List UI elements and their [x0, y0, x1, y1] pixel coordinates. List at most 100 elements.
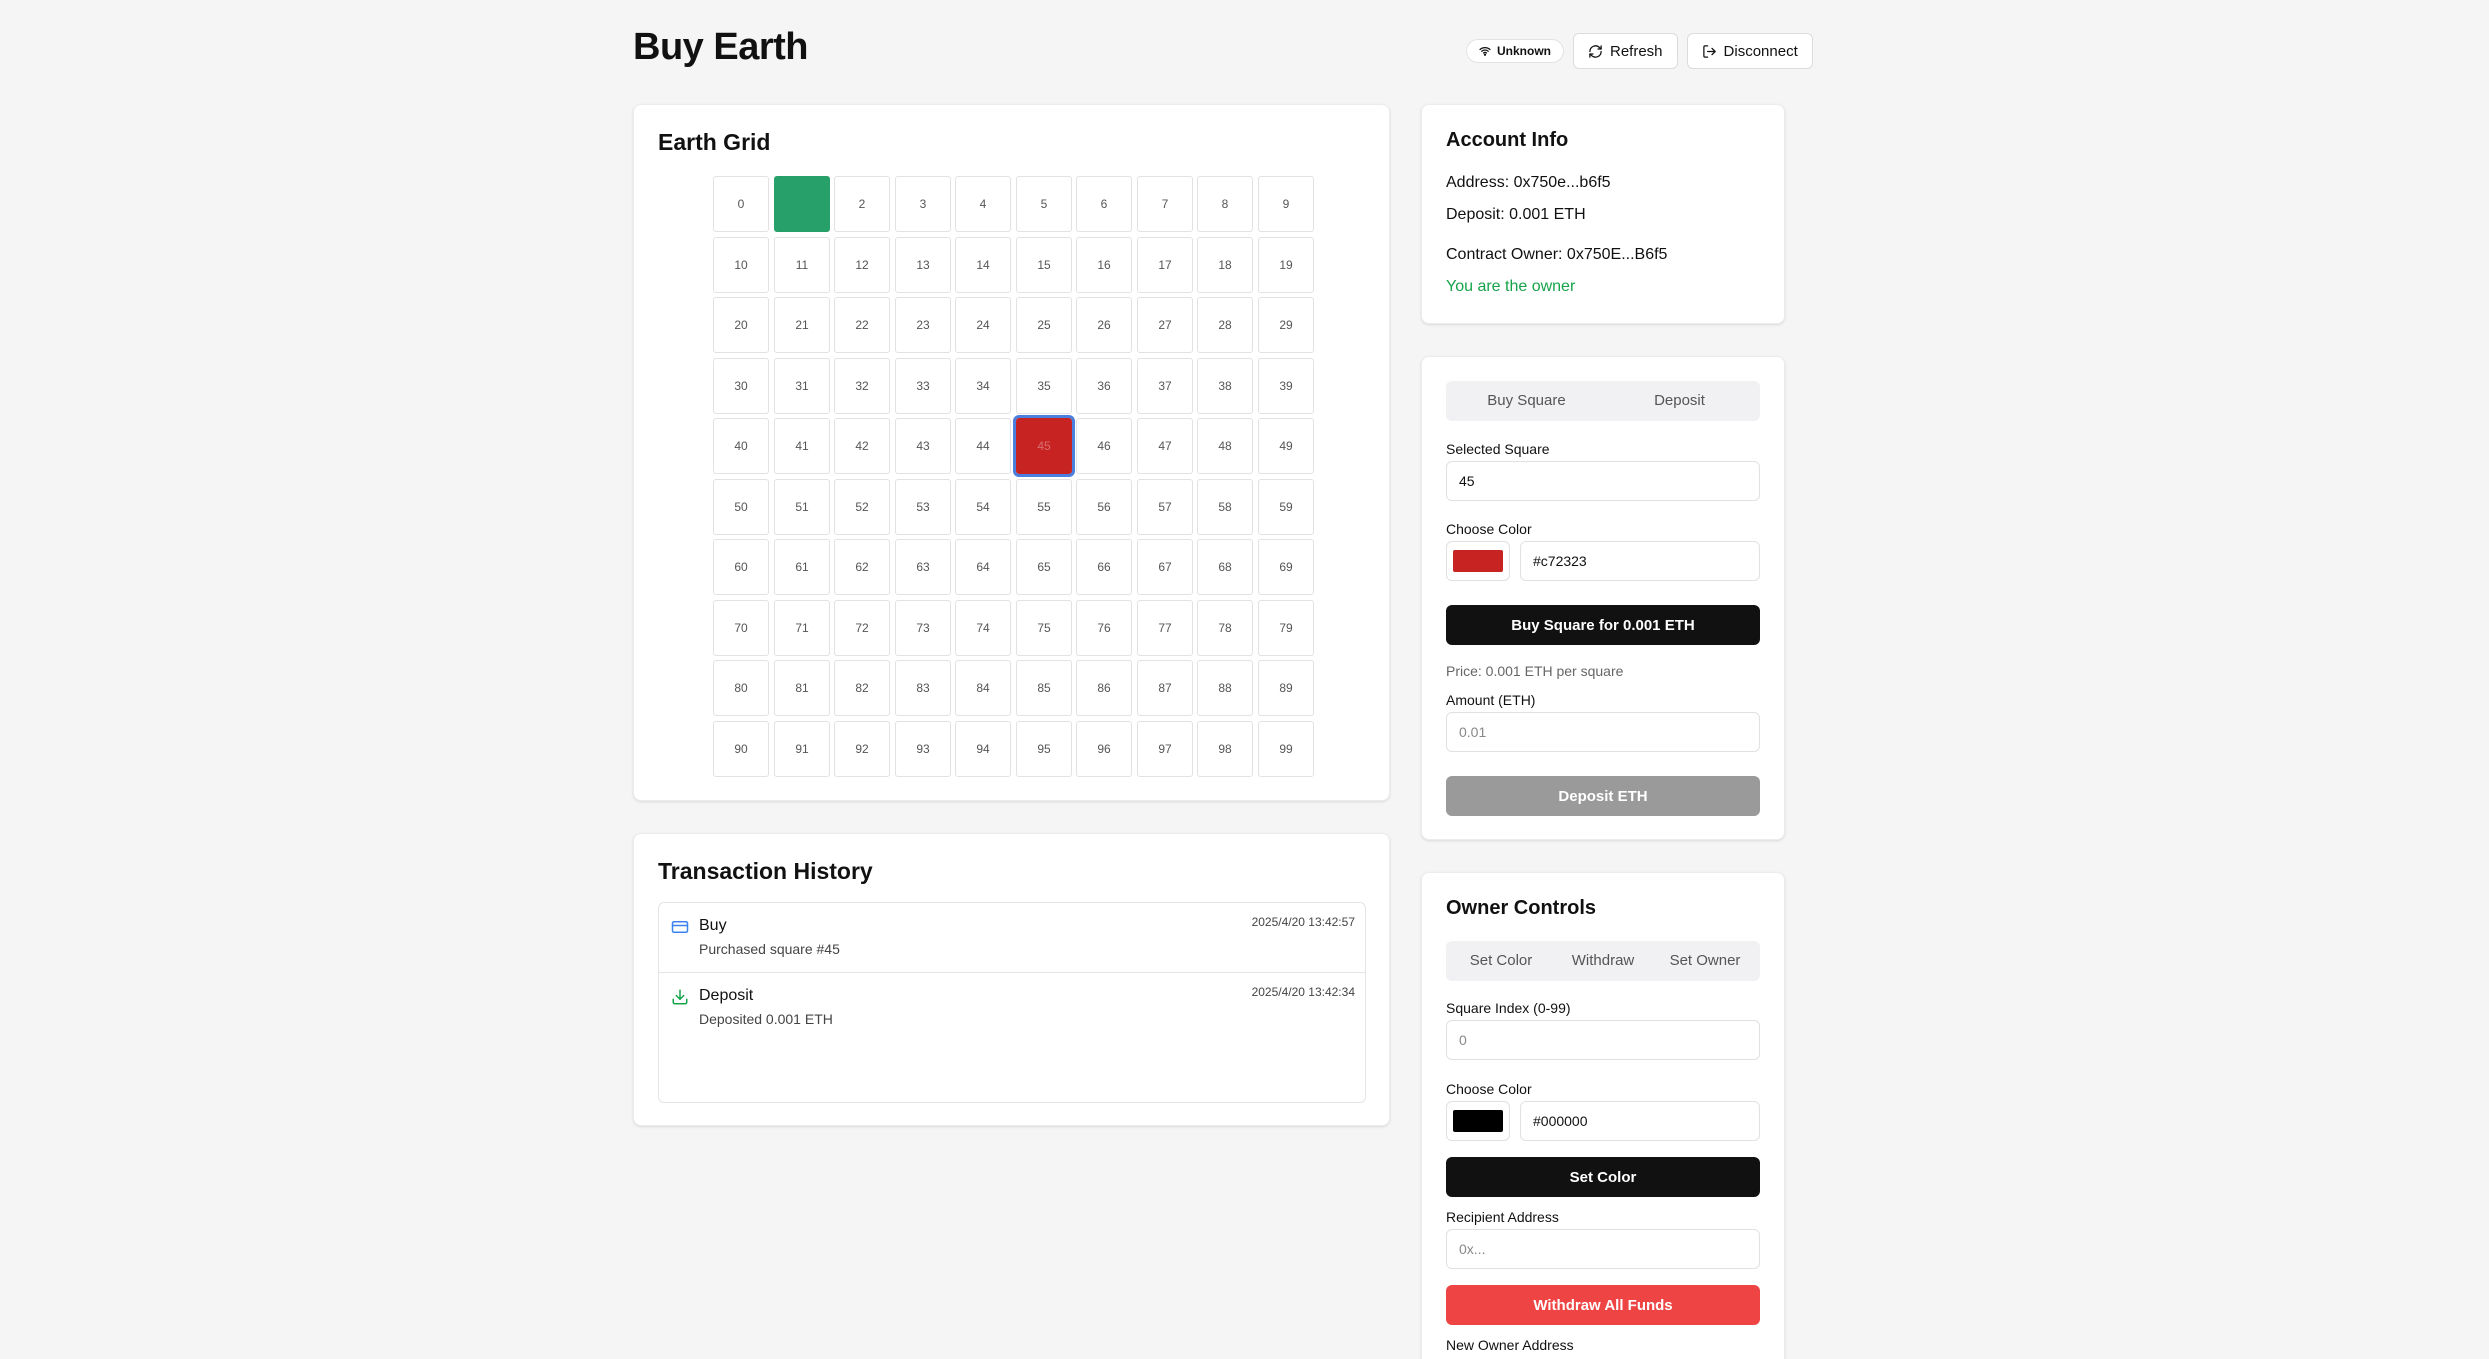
- tab-buy-square[interactable]: Buy Square: [1450, 385, 1603, 417]
- grid-square[interactable]: 74: [955, 600, 1011, 656]
- grid-square[interactable]: 25: [1016, 297, 1072, 353]
- grid-square[interactable]: 73: [895, 600, 951, 656]
- grid-square[interactable]: 99: [1258, 721, 1314, 777]
- buy-square-button[interactable]: Buy Square for 0.001 ETH: [1446, 605, 1760, 645]
- tab-set-owner[interactable]: Set Owner: [1654, 945, 1756, 977]
- owner-color-hex-input[interactable]: #000000: [1520, 1101, 1760, 1141]
- grid-square[interactable]: 41: [774, 418, 830, 474]
- disconnect-button[interactable]: Disconnect: [1686, 33, 1813, 69]
- grid-square[interactable]: 92: [834, 721, 890, 777]
- grid-square[interactable]: 59: [1258, 479, 1314, 535]
- grid-square[interactable]: 40: [713, 418, 769, 474]
- grid-square[interactable]: 88: [1197, 660, 1253, 716]
- set-color-button[interactable]: Set Color: [1446, 1157, 1760, 1197]
- grid-square[interactable]: 36: [1076, 358, 1132, 414]
- grid-square[interactable]: 76: [1076, 600, 1132, 656]
- grid-square[interactable]: 49: [1258, 418, 1314, 474]
- grid-square[interactable]: 4: [955, 176, 1011, 232]
- grid-square[interactable]: 85: [1016, 660, 1072, 716]
- grid-square[interactable]: 13: [895, 237, 951, 293]
- grid-square[interactable]: 27: [1137, 297, 1193, 353]
- grid-square[interactable]: 70: [713, 600, 769, 656]
- grid-square[interactable]: 7: [1137, 176, 1193, 232]
- grid-square[interactable]: 33: [895, 358, 951, 414]
- grid-square[interactable]: 24: [955, 297, 1011, 353]
- grid-square[interactable]: 29: [1258, 297, 1314, 353]
- grid-square[interactable]: 81: [774, 660, 830, 716]
- grid-square[interactable]: 50: [713, 479, 769, 535]
- grid-square[interactable]: 62: [834, 539, 890, 595]
- grid-square[interactable]: 8: [1197, 176, 1253, 232]
- grid-square[interactable]: 69: [1258, 539, 1314, 595]
- owner-color-picker[interactable]: [1446, 1101, 1510, 1141]
- grid-square[interactable]: 48: [1197, 418, 1253, 474]
- selected-square-input[interactable]: 45: [1446, 461, 1760, 501]
- tab-set-color[interactable]: Set Color: [1450, 945, 1552, 977]
- grid-square[interactable]: 30: [713, 358, 769, 414]
- grid-square[interactable]: 9: [1258, 176, 1314, 232]
- withdraw-all-funds-button[interactable]: Withdraw All Funds: [1446, 1285, 1760, 1325]
- grid-square[interactable]: 0: [713, 176, 769, 232]
- refresh-button[interactable]: Refresh: [1573, 33, 1678, 69]
- grid-square[interactable]: 3: [895, 176, 951, 232]
- grid-square[interactable]: 84: [955, 660, 1011, 716]
- grid-square[interactable]: 79: [1258, 600, 1314, 656]
- grid-square[interactable]: 82: [834, 660, 890, 716]
- grid-square[interactable]: 21: [774, 297, 830, 353]
- grid-square[interactable]: 10: [713, 237, 769, 293]
- grid-square[interactable]: 98: [1197, 721, 1253, 777]
- amount-input[interactable]: 0.01: [1446, 712, 1760, 752]
- grid-square[interactable]: 75: [1016, 600, 1072, 656]
- grid-square[interactable]: 55: [1016, 479, 1072, 535]
- grid-square[interactable]: 46: [1076, 418, 1132, 474]
- grid-square[interactable]: 37: [1137, 358, 1193, 414]
- grid-square[interactable]: 26: [1076, 297, 1132, 353]
- grid-square[interactable]: 60: [713, 539, 769, 595]
- grid-square[interactable]: 35: [1016, 358, 1072, 414]
- grid-square[interactable]: 16: [1076, 237, 1132, 293]
- grid-square[interactable]: 2: [834, 176, 890, 232]
- grid-square[interactable]: 45: [1013, 415, 1075, 477]
- grid-square[interactable]: 42: [834, 418, 890, 474]
- grid-square[interactable]: 67: [1137, 539, 1193, 595]
- grid-square[interactable]: 11: [774, 237, 830, 293]
- grid-square[interactable]: 12: [834, 237, 890, 293]
- grid-square[interactable]: 66: [1076, 539, 1132, 595]
- grid-square[interactable]: 52: [834, 479, 890, 535]
- grid-square[interactable]: 65: [1016, 539, 1072, 595]
- grid-square[interactable]: 6: [1076, 176, 1132, 232]
- grid-square[interactable]: 80: [713, 660, 769, 716]
- grid-square[interactable]: 68: [1197, 539, 1253, 595]
- grid-square[interactable]: 38: [1197, 358, 1253, 414]
- grid-square[interactable]: 43: [895, 418, 951, 474]
- grid-square[interactable]: 5: [1016, 176, 1072, 232]
- grid-square[interactable]: 19: [1258, 237, 1314, 293]
- grid-square[interactable]: 31: [774, 358, 830, 414]
- grid-square[interactable]: 34: [955, 358, 1011, 414]
- grid-square[interactable]: 15: [1016, 237, 1072, 293]
- grid-square[interactable]: 54: [955, 479, 1011, 535]
- grid-square[interactable]: 18: [1197, 237, 1253, 293]
- grid-square[interactable]: 91: [774, 721, 830, 777]
- grid-square[interactable]: 44: [955, 418, 1011, 474]
- grid-square[interactable]: 95: [1016, 721, 1072, 777]
- grid-square[interactable]: 78: [1197, 600, 1253, 656]
- grid-square[interactable]: 14: [955, 237, 1011, 293]
- grid-square[interactable]: 51: [774, 479, 830, 535]
- grid-square[interactable]: 57: [1137, 479, 1193, 535]
- grid-square[interactable]: 28: [1197, 297, 1253, 353]
- grid-square[interactable]: 86: [1076, 660, 1132, 716]
- deposit-eth-button[interactable]: Deposit ETH: [1446, 776, 1760, 816]
- grid-square[interactable]: 56: [1076, 479, 1132, 535]
- grid-square[interactable]: [774, 176, 830, 232]
- grid-square[interactable]: 87: [1137, 660, 1193, 716]
- grid-square[interactable]: 23: [895, 297, 951, 353]
- square-index-input[interactable]: 0: [1446, 1020, 1760, 1060]
- grid-square[interactable]: 58: [1197, 479, 1253, 535]
- grid-square[interactable]: 71: [774, 600, 830, 656]
- grid-square[interactable]: 96: [1076, 721, 1132, 777]
- recipient-address-input[interactable]: 0x...: [1446, 1229, 1760, 1269]
- grid-square[interactable]: 61: [774, 539, 830, 595]
- color-hex-input[interactable]: #c72323: [1520, 541, 1760, 581]
- grid-square[interactable]: 63: [895, 539, 951, 595]
